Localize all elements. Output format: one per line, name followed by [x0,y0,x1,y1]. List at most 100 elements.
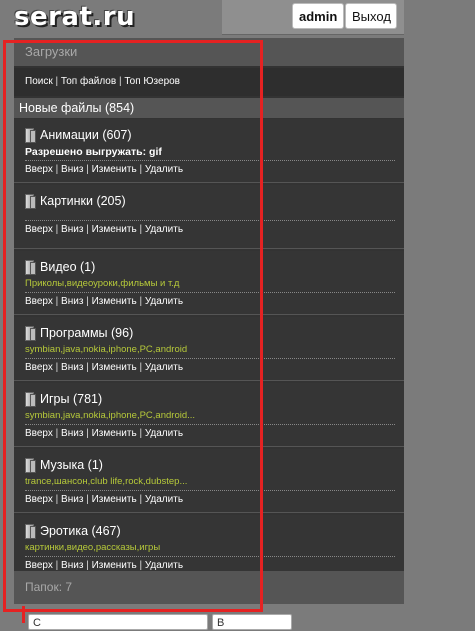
category-actions: Вверх | Вниз | Изменить | Удалить [25,296,183,307]
category-link[interactable]: Программы (96) [25,326,134,341]
separator: | [83,296,92,307]
delete-link[interactable]: Удалить [145,428,183,439]
downloads-links: Поиск | Топ файлов | Топ Юзеров [14,68,404,96]
folder-icon [25,260,36,275]
upload-allowed-label: Разрешено выгружать: [25,146,147,158]
separator: | [83,224,92,235]
delete-link[interactable]: Удалить [145,296,183,307]
category-title: Программы (96) [40,326,134,340]
separator: | [52,164,62,175]
category-description: trance,шансон,club life,rock,dubstep... [25,476,188,487]
category-description: картинки,видео,рассказы,игры [25,542,161,553]
category-description: Разрешено выгружать: gif [25,146,162,158]
delete-link[interactable]: Удалить [145,362,183,373]
category-row: Картинки (205) Вверх | Вниз | Изменить | … [14,185,404,249]
delete-link[interactable]: Удалить [145,560,183,571]
new-files-header[interactable]: Новые файлы (854) [14,98,404,118]
category-link[interactable]: Анимации (607) [25,128,132,143]
category-actions: Вверх | Вниз | Изменить | Удалить [25,560,183,571]
folder-icon [25,458,36,473]
bottom-button[interactable]: В [212,614,292,630]
logout-button[interactable]: Выход [345,3,397,29]
category-row: Игры (781) symbian,java,nokia,iphone,PC,a… [14,383,404,447]
category-title: Картинки (205) [40,194,126,208]
edit-link[interactable]: Изменить [92,224,137,235]
dotted-divider [25,424,395,425]
edit-link[interactable]: Изменить [92,164,137,175]
folder-icon [25,524,36,539]
site-logo[interactable]: serat.ru [14,2,135,32]
category-description: symbian,java,nokia,iphone,PC,android... [25,410,196,421]
delete-link[interactable]: Удалить [145,224,183,235]
move-down-link[interactable]: Вниз [61,224,83,235]
separator: | [52,362,62,373]
highlight-marker [22,606,25,623]
category-title: Игры (781) [40,392,103,406]
edit-link[interactable]: Изменить [92,428,137,439]
move-up-link[interactable]: Вверх [25,224,53,235]
separator: | [136,224,145,235]
search-link[interactable]: Поиск [25,76,53,87]
separator: | [83,494,92,505]
category-row: Видео (1) Приколы,видеоуроки,фильмы и т.д… [14,251,404,315]
move-down-link[interactable]: Вниз [61,560,83,571]
move-down-link[interactable]: Вниз [61,164,83,175]
separator: | [83,164,92,175]
separator: | [52,296,62,307]
move-up-link[interactable]: Вверх [25,560,53,571]
move-down-link[interactable]: Вниз [61,428,83,439]
folder-icon [25,128,36,143]
category-link[interactable]: Игры (781) [25,392,103,407]
folders-count: Папок: 7 [14,571,404,604]
admin-button[interactable]: admin [292,3,344,29]
category-title: Видео (1) [40,260,96,274]
category-description: symbian,java,nokia,iphone,PC,android [25,344,188,355]
move-up-link[interactable]: Вверх [25,428,53,439]
separator: | [52,428,62,439]
category-link[interactable]: Видео (1) [25,260,96,275]
bottom-input[interactable]: С [28,614,208,630]
move-down-link[interactable]: Вниз [61,296,83,307]
separator: | [136,428,145,439]
delete-link[interactable]: Удалить [145,494,183,505]
folder-icon [25,194,36,209]
delete-link[interactable]: Удалить [145,164,183,175]
folder-icon [25,392,36,407]
dotted-divider [25,490,395,491]
move-down-link[interactable]: Вниз [61,494,83,505]
category-link[interactable]: Эротика (467) [25,524,121,539]
category-link[interactable]: Картинки (205) [25,194,126,209]
separator: | [83,560,92,571]
separator: | [136,362,145,373]
downloads-panel: Загрузки Поиск | Топ файлов | Топ Юзеров… [14,38,404,604]
category-title: Эротика (467) [40,524,121,538]
dotted-divider [25,220,395,221]
category-actions: Вверх | Вниз | Изменить | Удалить [25,428,183,439]
move-up-link[interactable]: Вверх [25,362,53,373]
downloads-title: Загрузки [14,38,404,66]
upload-allowed-value: gif [149,146,162,158]
category-actions: Вверх | Вниз | Изменить | Удалить [25,494,183,505]
category-link[interactable]: Музыка (1) [25,458,103,473]
move-down-link[interactable]: Вниз [61,362,83,373]
separator: | [52,224,62,235]
move-up-link[interactable]: Вверх [25,296,53,307]
category-row: Анимации (607) Разрешено выгружать: gif Вв… [14,119,404,183]
edit-link[interactable]: Изменить [92,362,137,373]
move-up-link[interactable]: Вверх [25,164,53,175]
separator: | [83,428,92,439]
edit-link[interactable]: Изменить [92,296,137,307]
edit-link[interactable]: Изменить [92,560,137,571]
edit-link[interactable]: Изменить [92,494,137,505]
separator: | [52,560,62,571]
dotted-divider [25,358,395,359]
category-title: Анимации (607) [40,128,132,142]
top-files-link[interactable]: Топ файлов [61,76,116,87]
top-users-link[interactable]: Топ Юзеров [124,76,180,87]
separator: | [52,494,62,505]
category-actions: Вверх | Вниз | Изменить | Удалить [25,164,183,175]
separator: | [136,296,145,307]
separator: | [136,560,145,571]
move-up-link[interactable]: Вверх [25,494,53,505]
dotted-divider [25,556,395,557]
